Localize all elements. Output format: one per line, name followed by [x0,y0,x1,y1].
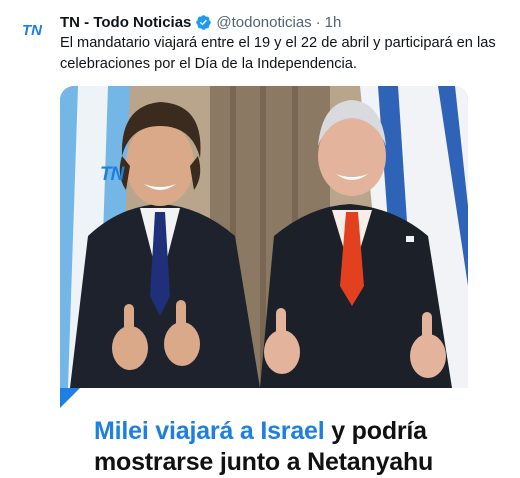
avatar[interactable]: TN [14,12,50,48]
card-headline: Milei viajará a Israel y podría mostrars… [94,416,433,478]
headline-rest: y podría [324,417,427,445]
tweet-header: TN - Todo Noticias @todonoticias · 1h [60,11,341,33]
avatar-text: TN [22,22,43,39]
tn-logo-icon: TN [14,12,50,48]
verified-badge-icon [196,14,212,30]
headline-highlight: Milei viajará a Israel [94,417,325,445]
link-card[interactable]: TN Milei viajará a Israel y podría mostr… [60,86,468,478]
tweet[interactable]: TN TN - Todo Noticias @todonoticias · 1h… [0,0,520,478]
tweet-text: El mandatario viajará entre el 19 y el 2… [60,35,496,72]
card-caption[interactable]: Milei viajará a Israel y podría mostrars… [60,388,468,478]
separator-dot: · [315,13,321,31]
photo-tn-logo: TN [100,164,124,185]
headline-line2: mostrarse junto a Netanyahu [94,448,434,476]
display-name[interactable]: TN - Todo Noticias [60,14,191,31]
handle[interactable]: @todonoticias [216,14,311,31]
accent-corner-icon [60,388,80,408]
timestamp[interactable]: 1h [325,14,342,31]
news-photo [60,86,468,388]
